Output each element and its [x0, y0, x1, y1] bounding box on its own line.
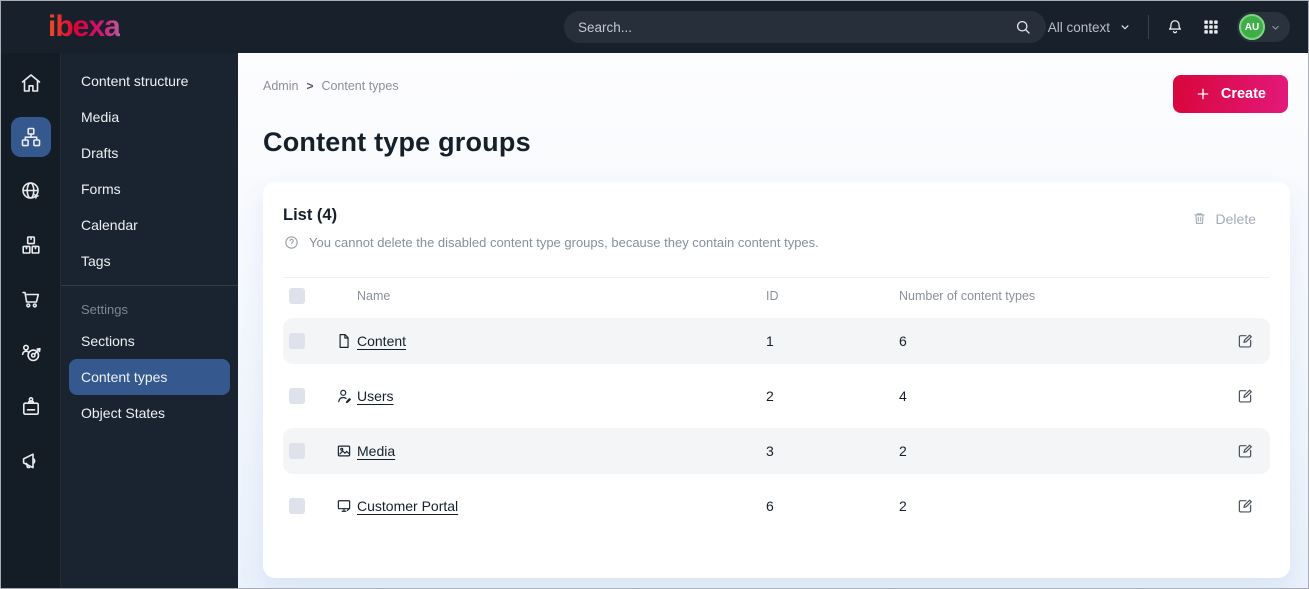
row-checkbox[interactable]	[289, 333, 305, 349]
home-icon	[19, 71, 43, 95]
target-person-icon	[19, 341, 43, 365]
megaphone-icon	[19, 449, 43, 473]
sidebar-item-object-states[interactable]: Object States	[61, 395, 238, 431]
cart-icon	[19, 287, 43, 311]
image-icon	[335, 442, 353, 460]
topbar: ibexa Site: All context AU	[1, 1, 1308, 53]
main-header: Admin > Content types Create	[238, 53, 1308, 113]
breadcrumb: Admin > Content types	[263, 79, 399, 93]
group-count: 4	[899, 388, 907, 404]
delete-button[interactable]: Delete	[1177, 206, 1270, 231]
global-search	[564, 11, 1046, 43]
ibexa-logo[interactable]: ibexa	[1, 10, 238, 44]
group-count: 2	[899, 443, 907, 459]
create-button[interactable]: Create	[1172, 75, 1288, 113]
app-window: ibexa Site: All context AU Content	[0, 0, 1309, 589]
boxes-icon	[19, 233, 43, 257]
search-input[interactable]	[578, 19, 1014, 35]
group-id: 2	[766, 388, 774, 404]
table-row: Customer Portal 6 2	[283, 483, 1270, 529]
create-button-label: Create	[1220, 86, 1266, 102]
sidebar-item-sections[interactable]: Sections	[61, 323, 238, 359]
rail-item-product-catalog[interactable]	[11, 225, 51, 265]
grid-icon[interactable]	[1201, 17, 1221, 37]
sidebar-item-media[interactable]: Media	[61, 99, 238, 135]
sitemap-icon	[19, 125, 43, 149]
globe-cursor-icon	[19, 179, 43, 203]
list-title: List (4)	[283, 206, 338, 224]
group-count: 2	[899, 498, 907, 514]
sidebar-item-content-structure[interactable]: Content structure	[61, 63, 238, 99]
row-checkbox[interactable]	[289, 498, 305, 514]
help-row: You cannot delete the disabled content t…	[283, 234, 819, 251]
group-name-link[interactable]: Customer Portal	[357, 498, 458, 514]
group-count: 6	[899, 333, 907, 349]
sidebar-menu: Content structure Media Drafts Forms Calenda…	[61, 53, 238, 588]
table-row: Media 3 2	[283, 428, 1270, 474]
badge-icon	[19, 395, 43, 419]
search-icon[interactable]	[1014, 18, 1032, 36]
sidebar-item-tags[interactable]: Tags	[61, 243, 238, 279]
edit-icon[interactable]	[1236, 332, 1254, 350]
user-icon	[335, 387, 353, 405]
sidebar-section-label: Settings	[81, 302, 128, 317]
chevron-down-icon	[1118, 20, 1132, 34]
main-area: Admin > Content types Create Content type …	[238, 53, 1308, 588]
rail-item-personalization[interactable]	[11, 333, 51, 373]
rail-item-commerce[interactable]	[11, 279, 51, 319]
rail-item-content[interactable]	[10, 117, 51, 157]
plus-icon	[1195, 86, 1211, 102]
header-count: Number of content types	[899, 288, 1036, 303]
edit-icon[interactable]	[1236, 387, 1254, 405]
rail-item-marketing[interactable]	[11, 441, 51, 481]
edit-icon[interactable]	[1236, 497, 1254, 515]
table-header-row: Name ID Number of content types	[283, 277, 1270, 313]
list-panel-header: List (4) You cannot delete the disabled …	[283, 206, 1270, 251]
chevron-down-icon	[1269, 21, 1282, 34]
page-title: Content type groups	[263, 127, 531, 157]
group-id: 1	[766, 333, 774, 349]
file-icon	[335, 332, 353, 350]
breadcrumb-separator: >	[306, 79, 314, 93]
topbar-divider	[1148, 15, 1149, 39]
sidebar-item-drafts[interactable]: Drafts	[61, 135, 238, 171]
header-name: Name	[357, 288, 391, 303]
rail-item-site[interactable]	[11, 171, 51, 211]
group-name-link[interactable]: Users	[357, 388, 394, 404]
group-id: 3	[766, 443, 774, 459]
sidebar-item-calendar[interactable]: Calendar	[61, 207, 238, 243]
monitor-icon	[335, 497, 353, 515]
body-row: Content structure Media Drafts Forms Calenda…	[1, 53, 1308, 588]
edit-icon[interactable]	[1236, 442, 1254, 460]
breadcrumb-item[interactable]: Admin	[263, 79, 298, 93]
sidebar-item-content-types[interactable]: Content types	[69, 359, 230, 395]
table-row: Users 2 4	[283, 373, 1270, 419]
row-checkbox[interactable]	[289, 443, 305, 459]
delete-button-label: Delete	[1215, 210, 1256, 227]
bell-icon[interactable]	[1165, 17, 1185, 37]
sidebar-divider	[61, 285, 238, 286]
group-name-link[interactable]: Media	[357, 443, 395, 459]
help-text: You cannot delete the disabled content t…	[309, 235, 819, 250]
user-menu[interactable]: AU	[1237, 12, 1290, 42]
select-all-checkbox[interactable]	[289, 287, 305, 304]
question-circle-icon	[283, 234, 300, 251]
content-type-groups-table: Name ID Number of content types Content 1…	[283, 277, 1270, 529]
rail-item-admin[interactable]	[11, 387, 51, 427]
rail-item-dashboard[interactable]	[11, 63, 51, 103]
group-name-link[interactable]: Content	[357, 333, 406, 349]
list-panel: List (4) You cannot delete the disabled …	[263, 182, 1290, 578]
trash-icon	[1191, 210, 1208, 227]
icon-rail	[1, 53, 61, 588]
breadcrumb-item[interactable]: Content types	[321, 79, 398, 93]
table-row: Content 1 6	[283, 318, 1270, 364]
group-id: 6	[766, 498, 774, 514]
row-checkbox[interactable]	[289, 388, 305, 404]
brand-wordmark: ibexa	[48, 10, 121, 43]
avatar: AU	[1239, 14, 1265, 40]
header-id: ID	[766, 288, 779, 303]
sidebar-item-forms[interactable]: Forms	[61, 171, 238, 207]
